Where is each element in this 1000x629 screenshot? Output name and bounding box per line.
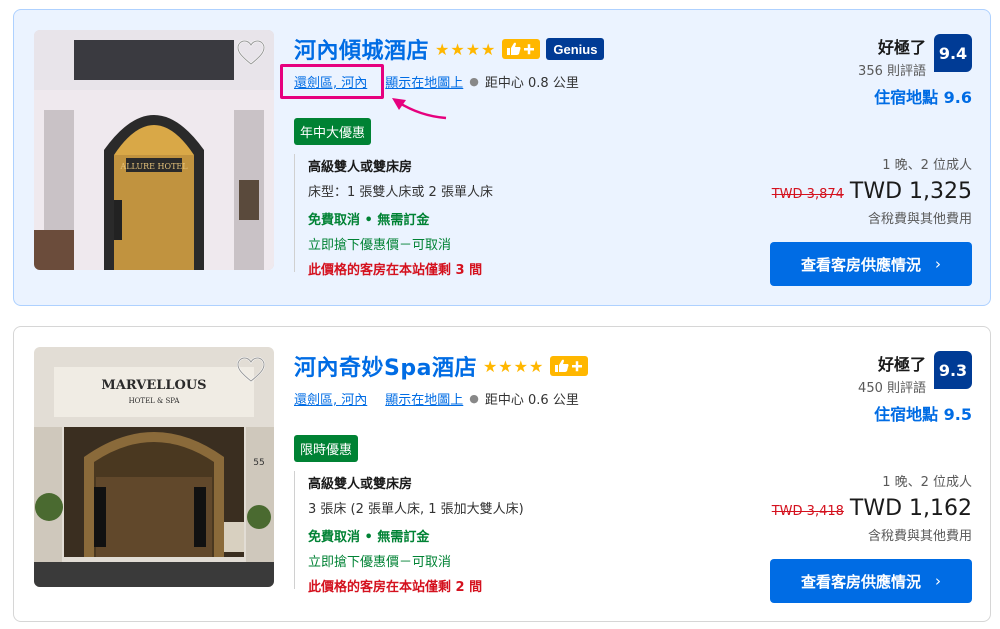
hotel-photo[interactable]: MARVELLOUS HOTEL & SPA 55: [34, 347, 274, 587]
chevron-right-icon: ›: [935, 255, 941, 273]
scarcity-text: 此價格的客房在本站僅剩 3 間: [308, 263, 483, 278]
free-cancellation: 免費取消 • 無需訂金: [308, 213, 430, 228]
see-availability-label: 查看客房供應情況: [800, 572, 921, 591]
hotel-sign-subtext: HOTEL & SPA: [129, 397, 181, 405]
location-row: 還劍區, 河內 顯示在地圖上 ● 距中心 0.6 公里: [294, 389, 579, 408]
room-info: 高級雙人或雙床房 3 張床 (2 張單人床, 1 張加大雙人床) 免費取消 • …: [294, 471, 524, 595]
hotel-title-row: 河內奇妙Spa酒店 ★★★★: [294, 350, 589, 382]
price-block: 1 晚、2 位成人 TWD 3,874 TWD 1,325 含稅費與其他費用: [772, 154, 972, 227]
review-count: 356 則評語: [858, 64, 926, 79]
nights-guests: 1 晚、2 位成人: [882, 158, 972, 173]
show-on-map-link[interactable]: 顯示在地圖上: [385, 389, 463, 408]
original-price: TWD 3,418: [771, 504, 844, 519]
grab-deal-text: 立即搶下優惠價－可取消: [308, 555, 452, 570]
star-rating-icon: ★★★★: [435, 39, 497, 59]
favorite-heart-icon[interactable]: [236, 38, 266, 68]
review-score: 9.4: [934, 34, 972, 72]
separator-dot: ●: [469, 392, 479, 405]
hotel-card: ALLURE HOTEL 河內傾城酒店 ★★★★ Genius 還劍區, 河內 …: [13, 9, 991, 306]
hotel-title-row: 河內傾城酒店 ★★★★ Genius: [294, 33, 605, 65]
see-availability-button[interactable]: 查看客房供應情況 ›: [770, 559, 972, 603]
hotel-photo[interactable]: ALLURE HOTEL: [34, 30, 274, 270]
grab-deal-text: 立即搶下優惠價－可取消: [308, 238, 452, 253]
deal-badge: 年中大優惠: [294, 118, 372, 145]
thumbs-up-plus-icon[interactable]: [550, 356, 589, 376]
annotation-highlight-box: [280, 64, 384, 99]
hotel-sign-text: ALLURE HOTEL: [119, 162, 188, 171]
review-block[interactable]: 好極了 450 則評語 9.3: [858, 351, 972, 396]
see-availability-label: 查看客房供應情況: [800, 255, 921, 274]
hotel-name-link[interactable]: 河內傾城酒店: [294, 33, 429, 65]
annotation-arrow-icon: [392, 98, 447, 120]
room-type: 高級雙人或雙床房: [308, 160, 413, 175]
location-score: 住宿地點 9.6: [874, 88, 972, 107]
tax-note: 含稅費與其他費用: [867, 529, 972, 544]
see-availability-button[interactable]: 查看客房供應情況 ›: [770, 242, 972, 286]
genius-badge: Genius: [546, 38, 605, 60]
favorite-heart-icon[interactable]: [236, 355, 266, 385]
bed-info: 3 張床 (2 張單人床, 1 張加大雙人床): [308, 502, 524, 517]
hotel-card: MARVELLOUS HOTEL & SPA 55 河內奇妙Spa酒店 ★★★★: [13, 326, 991, 622]
tax-note: 含稅費與其他費用: [867, 212, 972, 227]
star-rating-icon: ★★★★: [482, 356, 545, 376]
room-info: 高級雙人或雙床房 床型：1 張雙人床或 2 張單人床 免費取消 • 無需訂金 立…: [294, 154, 493, 278]
distance-text: 距中心 0.6 公里: [484, 393, 579, 408]
thumbs-up-plus-icon[interactable]: [502, 39, 541, 59]
original-price: TWD 3,874: [771, 187, 844, 202]
show-on-map-link[interactable]: 顯示在地圖上: [385, 72, 463, 91]
hotel-sign-text: MARVELLOUS: [101, 378, 206, 393]
bed-info: 床型：1 張雙人床或 2 張單人床: [308, 185, 493, 200]
review-word: 好極了: [877, 355, 926, 374]
street-number-text: 55: [253, 458, 264, 468]
room-type: 高級雙人或雙床房: [308, 477, 413, 492]
hotel-name-link[interactable]: 河內奇妙Spa酒店: [294, 350, 477, 382]
review-count: 450 則評語: [858, 381, 926, 396]
hotel-photo-image: ALLURE HOTEL: [34, 30, 274, 270]
location-score: 住宿地點 9.5: [874, 405, 972, 424]
free-cancellation: 免費取消 • 無需訂金: [308, 530, 430, 545]
chevron-right-icon: ›: [935, 572, 941, 590]
review-word: 好極了: [877, 38, 926, 57]
nights-guests: 1 晚、2 位成人: [882, 475, 972, 490]
scarcity-text: 此價格的客房在本站僅剩 2 間: [308, 580, 483, 595]
district-link[interactable]: 還劍區, 河內: [294, 389, 367, 408]
current-price: TWD 1,325: [849, 179, 972, 204]
price-block: 1 晚、2 位成人 TWD 3,418 TWD 1,162 含稅費與其他費用: [772, 471, 972, 544]
hotel-photo-image: MARVELLOUS HOTEL & SPA 55: [34, 347, 274, 587]
deal-badge: 限時優惠: [294, 435, 359, 462]
review-block[interactable]: 好極了 356 則評語 9.4: [858, 34, 972, 79]
review-score: 9.3: [934, 351, 972, 389]
distance-text: 距中心 0.8 公里: [484, 76, 579, 91]
current-price: TWD 1,162: [849, 496, 972, 521]
separator-dot: ●: [469, 75, 479, 88]
